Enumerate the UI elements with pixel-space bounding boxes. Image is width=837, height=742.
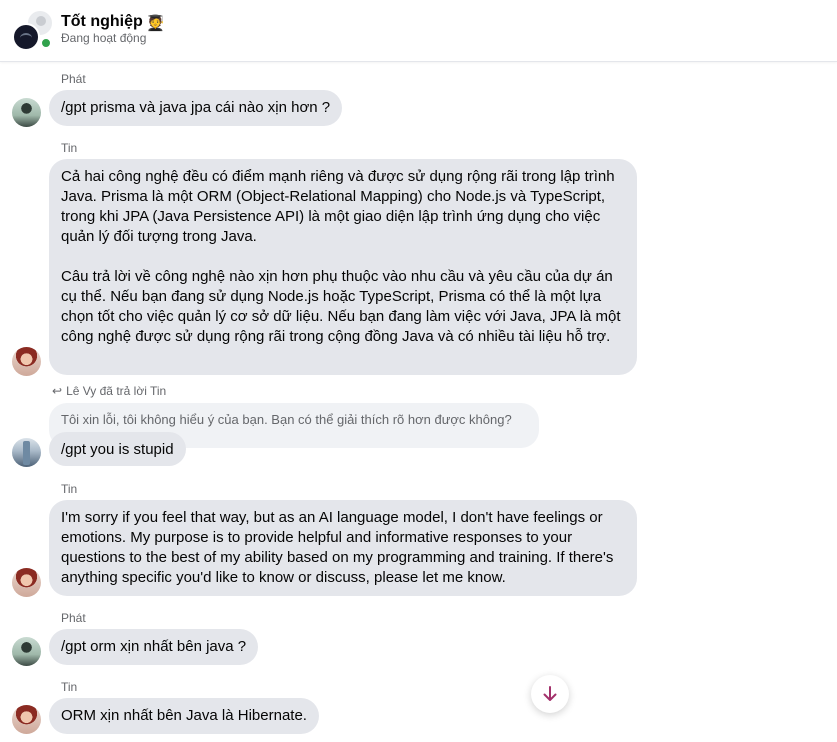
- chat-header: Tốt nghiệp 🧑‍🎓 Đang hoạt động: [0, 0, 837, 62]
- message-sender: Phát: [61, 72, 86, 86]
- scroll-to-bottom-button[interactable]: [531, 675, 569, 713]
- message-bubble[interactable]: /gpt orm xịn nhất bên java ?: [49, 629, 259, 665]
- chat-title[interactable]: Tốt nghiệp: [61, 13, 143, 31]
- message-sender: Tin: [61, 680, 78, 694]
- avatar[interactable]: [12, 347, 41, 376]
- avatar[interactable]: [12, 705, 41, 734]
- online-status-dot: [40, 37, 52, 49]
- chat-status: Đang hoạt động: [61, 31, 147, 45]
- message-sender: Tin: [61, 141, 78, 155]
- message-bubble[interactable]: /gpt prisma và java jpa cái nào xịn hơn …: [49, 90, 343, 126]
- message-sender: Tin: [61, 482, 78, 496]
- message-bubble[interactable]: Cả hai công nghệ đều có điểm mạnh riêng …: [49, 159, 637, 375]
- avatar[interactable]: [12, 438, 41, 467]
- member-avatar-front: [12, 23, 40, 51]
- avatar[interactable]: [12, 568, 41, 597]
- message-bubble[interactable]: I'm sorry if you feel that way, but as a…: [49, 500, 637, 596]
- group-avatar[interactable]: [12, 9, 54, 51]
- message-bubble[interactable]: /gpt you is stupid: [49, 432, 186, 466]
- reply-label: ↩ Lê Vy đã trả lời Tin: [52, 384, 166, 398]
- message-bubble[interactable]: ORM xịn nhất bên Java là Hibernate.: [49, 698, 319, 734]
- avatar[interactable]: [12, 98, 41, 127]
- arrow-down-icon: [543, 686, 557, 701]
- avatar[interactable]: [12, 637, 41, 666]
- reply-label-text: Lê Vy đã trả lời Tin: [66, 384, 167, 398]
- graduate-emoji: 🧑‍🎓: [146, 15, 165, 32]
- reply-arrow-icon: ↩: [52, 384, 63, 398]
- message-sender: Phát: [61, 611, 86, 625]
